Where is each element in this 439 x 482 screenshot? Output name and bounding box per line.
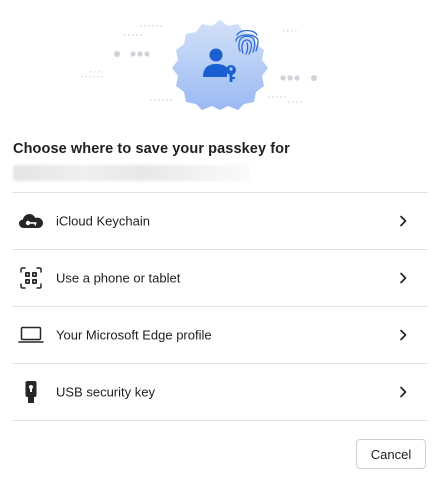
passkey-dialog: Choose where to save your passkey for iC… (0, 0, 439, 482)
passkey-location-list: iCloud Keychain Use a phone or tablet Yo… (12, 192, 428, 421)
dialog-title: Choose where to save your passkey for (13, 141, 290, 157)
option-label: Use a phone or tablet (56, 270, 181, 286)
laptop-icon (18, 322, 44, 348)
option-label: USB security key (56, 384, 155, 400)
cancel-button[interactable]: Cancel (356, 439, 426, 469)
option-label: iCloud Keychain (56, 213, 150, 229)
cloud-key-icon (18, 208, 44, 234)
chevron-right-icon (400, 272, 407, 284)
option-edge-profile[interactable]: Your Microsoft Edge profile (12, 307, 428, 364)
option-phone-or-tablet[interactable]: Use a phone or tablet (12, 250, 428, 307)
redacted-site-name (13, 165, 250, 181)
passkey-illustration (0, 0, 439, 125)
qr-code-icon (18, 265, 44, 291)
option-usb-security-key[interactable]: USB security key (12, 364, 428, 421)
chevron-right-icon (400, 386, 407, 398)
chevron-right-icon (400, 215, 407, 227)
chevron-right-icon (400, 329, 407, 341)
usb-key-icon (18, 379, 44, 405)
person-key-icon (203, 48, 236, 82)
option-icloud-keychain[interactable]: iCloud Keychain (12, 193, 428, 250)
option-label: Your Microsoft Edge profile (56, 327, 212, 343)
